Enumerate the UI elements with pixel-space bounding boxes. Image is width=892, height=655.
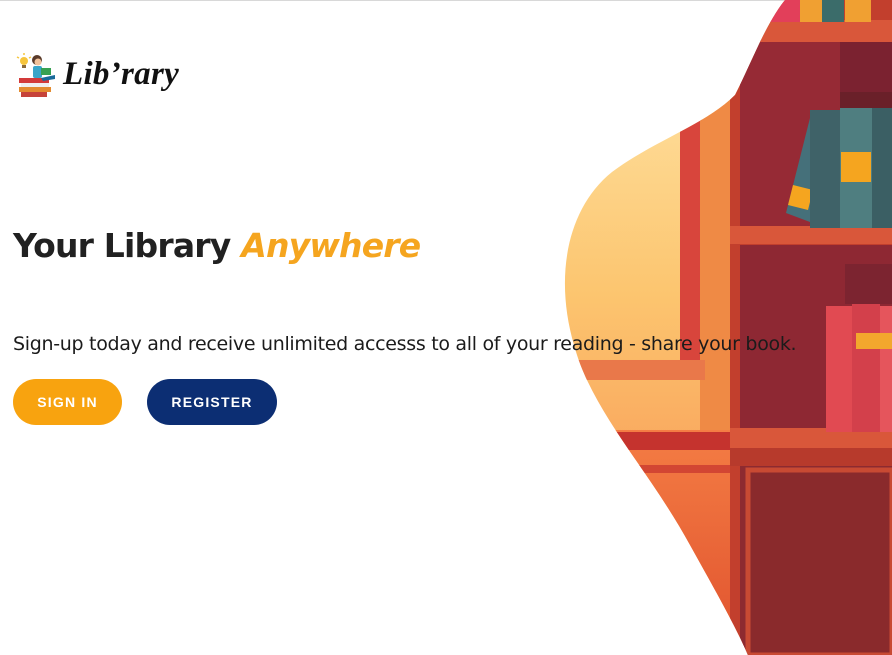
- headline-accent: Anywhere: [241, 226, 421, 265]
- hero-tagline: Sign-up today and receive unlimited acce…: [13, 333, 797, 355]
- page-title: Your Library Anywhere: [13, 226, 421, 265]
- reading-child-books-icon: [16, 53, 55, 97]
- sign-in-button[interactable]: SIGN IN: [13, 379, 122, 425]
- headline-main: Your Library: [13, 226, 231, 265]
- register-button[interactable]: REGISTER: [147, 379, 277, 425]
- brand-logo[interactable]: Lib’rary: [13, 46, 179, 102]
- brand-name: Lib’rary: [63, 55, 180, 92]
